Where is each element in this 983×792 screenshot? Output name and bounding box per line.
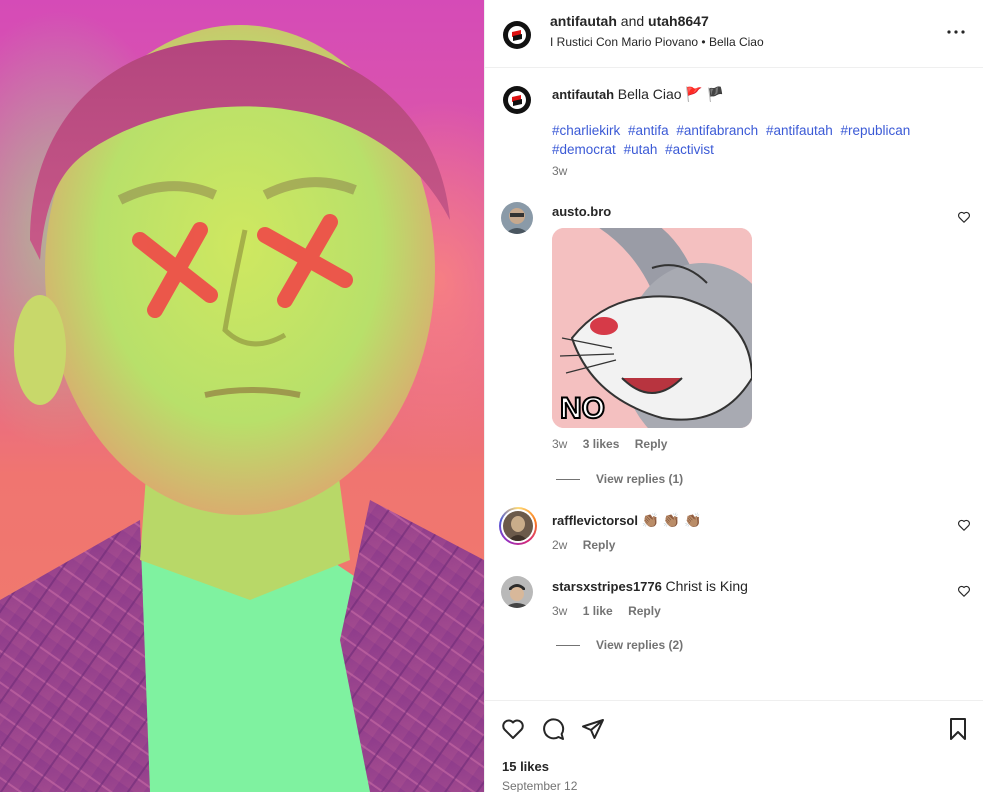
bookmark-icon[interactable] bbox=[946, 717, 970, 741]
comment-like-heart-icon[interactable] bbox=[957, 518, 971, 532]
hashtag-link[interactable]: #antifa bbox=[628, 123, 669, 138]
user-photo-icon bbox=[503, 511, 533, 541]
gif-caption: NO bbox=[560, 392, 605, 425]
comment-avatar-story[interactable] bbox=[499, 507, 537, 545]
comment-username[interactable]: rafflevictorsol bbox=[552, 513, 638, 528]
author-avatar[interactable] bbox=[501, 19, 533, 51]
reply-button[interactable]: Reply bbox=[583, 538, 616, 552]
comment-2: rafflevictorsol 👏🏽 👏🏽 👏🏽 bbox=[552, 512, 702, 529]
comment-text: 👏🏽 👏🏽 👏🏽 bbox=[641, 512, 702, 528]
audio-track: Bella Ciao bbox=[708, 35, 764, 49]
comment-avatar[interactable] bbox=[501, 202, 533, 234]
comment-meta: 2w Reply bbox=[552, 538, 627, 552]
comment-icon[interactable] bbox=[541, 717, 565, 741]
comment-avatar[interactable] bbox=[501, 576, 533, 608]
comment-username[interactable]: starsxstripes1776 bbox=[552, 579, 662, 594]
author-username[interactable]: antifautah bbox=[550, 13, 617, 29]
hashtag-link[interactable]: #democrat bbox=[552, 142, 616, 157]
comment-text: Christ is King bbox=[665, 578, 748, 594]
replies-divider bbox=[556, 479, 580, 481]
hashtag-link[interactable]: #utah bbox=[624, 142, 658, 157]
bugs-bunny-no-gif: NO bbox=[552, 228, 752, 428]
caption-username[interactable]: antifautah bbox=[552, 87, 614, 102]
comment-3: starsxstripes1776 Christ is King bbox=[552, 578, 748, 594]
view-replies-label: View replies (1) bbox=[596, 472, 684, 486]
replies-divider bbox=[556, 645, 580, 647]
comment-likes[interactable]: 1 like bbox=[583, 604, 613, 618]
caption-hashtags: #charliekirk #antifa #antifabranch #anti… bbox=[552, 121, 952, 159]
view-replies-button[interactable]: View replies (1) bbox=[556, 472, 683, 486]
hashtag-link[interactable]: #republican bbox=[841, 123, 911, 138]
hashtag-link[interactable]: #activist bbox=[665, 142, 714, 157]
caption-text: Bella Ciao bbox=[617, 86, 682, 102]
post-header: antifautah and utah8647 I Rustici Con Ma… bbox=[485, 0, 983, 68]
more-options-button[interactable] bbox=[944, 22, 968, 42]
antifa-logo-icon bbox=[501, 84, 533, 116]
comment-gif[interactable]: NO bbox=[552, 228, 752, 428]
user-photo-icon bbox=[501, 202, 533, 234]
author-joiner: and bbox=[620, 13, 645, 29]
caption-meta: 3w bbox=[552, 164, 579, 178]
collaborator-username[interactable]: utah8647 bbox=[648, 13, 709, 29]
view-replies-button[interactable]: View replies (2) bbox=[556, 638, 683, 652]
view-replies-label: View replies (2) bbox=[596, 638, 684, 652]
caption-flags: 🚩 🏴 bbox=[685, 86, 724, 102]
comment-meta: 3w 3 likes Reply bbox=[552, 437, 679, 451]
user-photo-icon bbox=[501, 576, 533, 608]
hashtag-link[interactable]: #antifabranch bbox=[676, 123, 758, 138]
audio-separator: • bbox=[701, 35, 706, 49]
reply-button[interactable]: Reply bbox=[628, 604, 661, 618]
more-icon bbox=[947, 30, 965, 34]
comment-like-heart-icon[interactable] bbox=[957, 584, 971, 598]
comment-1: austo.bro bbox=[552, 204, 611, 219]
share-icon[interactable] bbox=[581, 717, 605, 741]
antifa-logo-icon bbox=[501, 19, 533, 51]
hashtag-link[interactable]: #charliekirk bbox=[552, 123, 620, 138]
hashtag-link[interactable]: #antifautah bbox=[766, 123, 833, 138]
comment-like-heart-icon[interactable] bbox=[957, 210, 971, 224]
comment-time: 3w bbox=[552, 437, 568, 451]
comment-username[interactable]: austo.bro bbox=[552, 204, 611, 219]
likes-count[interactable]: 15 likes bbox=[502, 759, 549, 774]
audio-artist: I Rustici Con Mario Piovano bbox=[550, 35, 699, 49]
post-author-line: antifautah and utah8647 bbox=[550, 13, 709, 29]
comment-time: 2w bbox=[552, 538, 568, 552]
post-date: September 12 bbox=[502, 779, 578, 792]
post-actions: 15 likes September 12 bbox=[485, 700, 983, 792]
post-image[interactable] bbox=[0, 0, 484, 792]
post-details-panel: antifautah and utah8647 I Rustici Con Ma… bbox=[484, 0, 983, 792]
audio-line[interactable]: I Rustici Con Mario Piovano • Bella Ciao bbox=[550, 35, 764, 49]
caption-time: 3w bbox=[552, 164, 568, 178]
post-photo-illustration bbox=[0, 25, 484, 792]
reply-button[interactable]: Reply bbox=[635, 437, 668, 451]
heart-icon[interactable] bbox=[501, 717, 525, 741]
comment-meta: 3w 1 like Reply bbox=[552, 604, 673, 618]
comment-likes[interactable]: 3 likes bbox=[583, 437, 620, 451]
comment-time: 3w bbox=[552, 604, 568, 618]
caption-avatar[interactable] bbox=[501, 84, 533, 116]
caption: antifautah Bella Ciao 🚩 🏴 bbox=[552, 86, 724, 103]
